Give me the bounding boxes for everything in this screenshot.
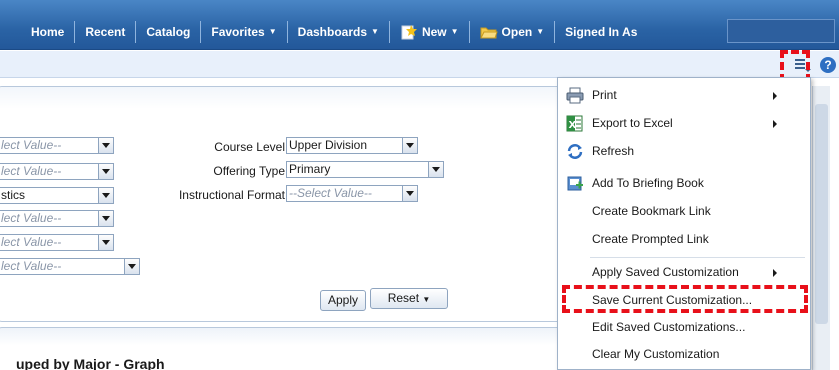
nav-home[interactable]: Home: [0, 21, 76, 43]
chevron-down-icon[interactable]: [428, 162, 443, 177]
nav-recent-label: Recent: [85, 25, 126, 39]
menu-item-export-excel[interactable]: X Export to Excel: [558, 110, 810, 137]
menu-item-label: Add To Briefing Book: [592, 176, 704, 190]
instructional-format-label: Instructional Format: [178, 188, 285, 202]
chevron-down-icon: ▼: [422, 295, 431, 304]
menu-item-label: Create Prompted Link: [592, 232, 709, 246]
course-level-select[interactable]: Upper Division: [286, 137, 418, 154]
signed-in-user-box[interactable]: [727, 19, 835, 43]
menu-item-clear-my-customization[interactable]: Clear My Customization: [558, 341, 810, 368]
chevron-down-icon[interactable]: [124, 259, 139, 274]
nav-favorites-label: Favorites: [211, 25, 265, 39]
submenu-arrow-icon: [773, 269, 777, 277]
nav-open-label: Open: [501, 25, 533, 39]
prompt-select-2[interactable]: lect Value--: [0, 163, 114, 180]
prompt-select-6-value: lect Value--: [1, 259, 62, 273]
prompt-select-1[interactable]: lect Value--: [0, 137, 114, 154]
page-options-menu: Print X Export to Excel Refresh Add To B…: [557, 77, 811, 370]
menu-item-print[interactable]: Print: [558, 82, 810, 109]
offering-type-select[interactable]: Primary: [286, 161, 444, 178]
prompt-select-4[interactable]: lect Value--: [0, 210, 114, 227]
prompt-select-3-value: stics: [1, 188, 25, 202]
menu-item-save-current-customization[interactable]: Save Current Customization...: [558, 287, 810, 314]
offering-type-label: Offering Type: [213, 164, 285, 178]
section-title: uped by Major - Graph: [16, 356, 165, 370]
chevron-down-icon[interactable]: [402, 186, 417, 201]
nav-home-label: Home: [31, 25, 65, 39]
chevron-down-icon[interactable]: [98, 164, 113, 179]
menu-item-label: Edit Saved Customizations...: [592, 320, 746, 334]
instructional-format-value: --Select Value--: [289, 186, 372, 200]
new-document-icon: [400, 24, 418, 40]
menu-separator: [590, 257, 805, 258]
course-level-label: Course Level: [214, 140, 285, 154]
top-navigation-bar: Home Recent Catalog Favorites ▼ Dashboar…: [0, 0, 839, 50]
prompt-select-3[interactable]: stics: [0, 187, 114, 204]
menu-item-label: Print: [592, 88, 617, 102]
briefing-book-icon: [566, 175, 584, 192]
prompt-select-2-value: lect Value--: [1, 164, 62, 178]
excel-icon: X: [566, 115, 584, 132]
menu-item-add-briefing-book[interactable]: Add To Briefing Book: [558, 170, 810, 197]
course-level-value: Upper Division: [289, 138, 368, 152]
scrollbar-thumb[interactable]: [815, 104, 828, 324]
nav-new-label: New: [421, 25, 447, 39]
chevron-down-icon[interactable]: [98, 188, 113, 203]
nav-dashboards[interactable]: Dashboards ▼: [288, 21, 390, 43]
menu-item-refresh[interactable]: Refresh: [558, 138, 810, 165]
signed-in-label: Signed In As: [565, 25, 638, 39]
offering-type-value: Primary: [289, 162, 331, 176]
chevron-down-icon: ▼: [371, 27, 379, 36]
page-toolbar: [0, 51, 839, 78]
prompt-select-5-value: lect Value--: [1, 235, 62, 249]
nav-favorites[interactable]: Favorites ▼: [201, 21, 288, 43]
prompt-select-6[interactable]: lect Value--: [0, 258, 140, 275]
nav-signed-in: Signed In As: [555, 21, 647, 43]
nav-catalog-label: Catalog: [146, 25, 191, 39]
reset-button[interactable]: Reset ▼: [370, 288, 448, 309]
chevron-down-icon: ▼: [536, 27, 545, 36]
instructional-format-select[interactable]: --Select Value--: [286, 185, 418, 202]
nav-recent[interactable]: Recent: [75, 21, 137, 43]
nav-dashboards-label: Dashboards: [297, 25, 368, 39]
page-options-icon[interactable]: [794, 57, 812, 73]
menu-item-create-prompted-link[interactable]: Create Prompted Link: [558, 226, 810, 253]
prompt-select-5[interactable]: lect Value--: [0, 234, 114, 251]
refresh-icon: [566, 143, 584, 160]
apply-button[interactable]: Apply: [320, 290, 366, 311]
svg-text:X: X: [569, 120, 577, 131]
menu-item-apply-saved-customization[interactable]: Apply Saved Customization: [558, 259, 810, 286]
chevron-down-icon[interactable]: [98, 211, 113, 226]
menu-item-create-bookmark-link[interactable]: Create Bookmark Link: [558, 198, 810, 225]
submenu-arrow-icon: [773, 120, 777, 128]
chevron-down-icon: ▼: [268, 27, 277, 36]
help-icon[interactable]: ?: [820, 57, 836, 73]
global-nav: Home Recent Catalog Favorites ▼ Dashboar…: [0, 21, 647, 43]
nav-open[interactable]: Open ▼: [470, 21, 556, 43]
menu-item-label: Create Bookmark Link: [592, 204, 711, 218]
nav-catalog[interactable]: Catalog: [136, 21, 202, 43]
prompt-select-1-value: lect Value--: [1, 138, 62, 152]
menu-item-label: Refresh: [592, 144, 635, 158]
vertical-scrollbar[interactable]: [812, 86, 830, 370]
menu-item-label: Apply Saved Customization: [592, 265, 739, 279]
chevron-down-icon[interactable]: [98, 138, 113, 153]
menu-item-label: Export to Excel: [592, 116, 673, 130]
nav-new[interactable]: New ▼: [390, 21, 470, 43]
printer-icon: [566, 87, 584, 104]
menu-item-label: Clear My Customization: [592, 347, 720, 361]
chevron-down-icon[interactable]: [402, 138, 417, 153]
chevron-down-icon[interactable]: [98, 235, 113, 250]
menu-item-label: Save Current Customization...: [592, 293, 753, 307]
chevron-down-icon: ▼: [450, 27, 459, 36]
reset-button-label: Reset: [387, 291, 420, 305]
menu-item-edit-saved-customizations[interactable]: Edit Saved Customizations...: [558, 314, 810, 341]
folder-icon: [479, 25, 498, 40]
submenu-arrow-icon: [773, 92, 777, 100]
prompt-select-4-value: lect Value--: [1, 211, 62, 225]
